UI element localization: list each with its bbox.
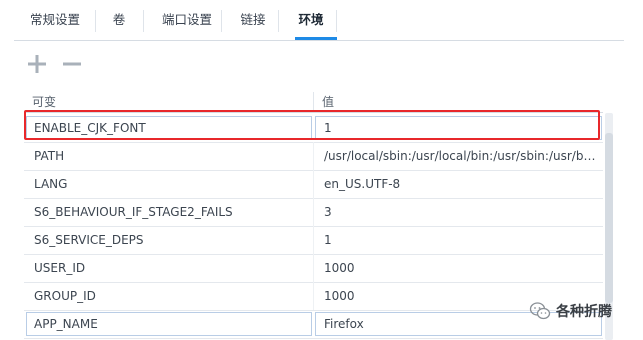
watermark-text: 各种折腾 [556,304,612,320]
table-row[interactable]: S6_SERVICE_DEPS 1 [24,226,603,255]
variable-value: 3 [324,205,332,219]
wechat-icon [529,302,551,320]
tab-divider [143,10,144,32]
variable-value: /usr/local/sbin:/usr/local/bin:/usr/sbin… [324,149,596,163]
add-variable-button[interactable] [25,52,49,76]
variable-name: ENABLE_CJK_FONT [34,121,146,135]
variable-name: S6_SERVICE_DEPS [34,233,144,247]
tab-volumes[interactable]: 卷 [102,7,136,33]
variable-value: 1000 [324,261,355,275]
minus-icon [63,62,81,66]
active-tab-indicator [295,37,337,40]
variable-value: en_US.UTF-8 [324,177,401,191]
table-row[interactable]: S6_BEHAVIOUR_IF_STAGE2_FAILS 3 [24,198,603,227]
column-divider [313,282,314,310]
tab-links[interactable]: 链接 [228,7,278,33]
table-row[interactable]: APP_NAME Firefox [24,310,603,339]
watermark: 各种折腾 [529,299,612,323]
column-divider [313,142,314,170]
variable-name: USER_ID [34,261,86,275]
table-header: 可变 值 [24,90,603,113]
tab-general-settings[interactable]: 常规设置 [22,7,88,33]
variable-name: GROUP_ID [34,289,96,303]
variable-value: 1 [324,121,332,135]
variable-value: 1 [324,233,332,247]
table-row[interactable]: USER_ID 1000 [24,254,603,283]
table-row[interactable]: LANG en_US.UTF-8 [24,170,603,199]
variable-name: PATH [34,149,65,163]
tab-divider [278,10,279,32]
scrollbar-thumb[interactable] [605,133,613,303]
tab-environment[interactable]: 环境 [285,7,337,33]
column-divider [313,226,314,254]
variable-name: APP_NAME [34,317,98,331]
tab-divider [336,10,337,32]
table-row[interactable]: PATH /usr/local/sbin:/usr/local/bin:/usr… [24,142,603,171]
variable-name: S6_BEHAVIOUR_IF_STAGE2_FAILS [34,205,233,219]
plus-icon [28,55,46,73]
column-divider [313,198,314,226]
tab-divider [95,10,96,32]
column-divider [313,92,314,110]
environment-settings-panel: 常规设置 卷 端口设置 链接 环境 可变 值 ENABLE_CJK_FONT 1… [0,0,643,340]
variable-name: LANG [34,177,68,191]
remove-variable-button[interactable] [60,52,84,76]
table-row[interactable]: GROUP_ID 1000 [24,282,603,311]
column-divider [313,254,314,282]
column-header-variable[interactable]: 可变 [32,93,56,110]
tab-bar: 常规设置 卷 端口设置 链接 环境 [14,0,624,41]
tab-port-settings[interactable]: 端口设置 [150,7,224,33]
table-row[interactable]: ENABLE_CJK_FONT 1 [24,114,603,143]
column-divider [313,170,314,198]
column-header-value[interactable]: 值 [322,93,334,110]
tab-divider [221,10,222,32]
